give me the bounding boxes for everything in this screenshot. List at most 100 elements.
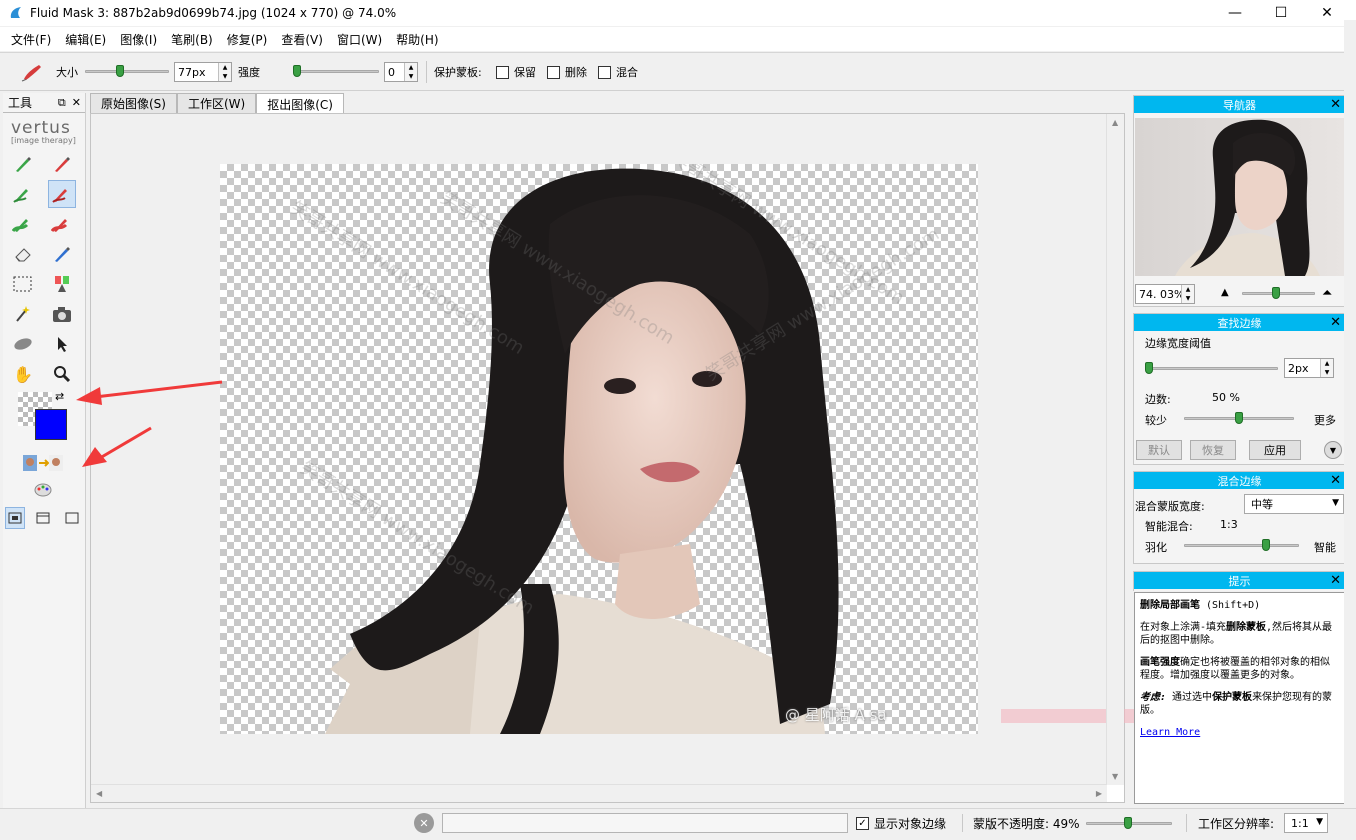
close-icon[interactable]: ✕ (1330, 96, 1341, 113)
keep-fill-brush-icon[interactable] (9, 210, 37, 238)
view-mode-2-icon[interactable] (33, 507, 53, 529)
keep-exact-brush-icon[interactable] (9, 180, 37, 208)
restore-button[interactable]: 恢复 (1190, 440, 1236, 460)
close-icon[interactable]: ✕ (1330, 572, 1341, 589)
delete-checkbox-box[interactable] (547, 65, 560, 79)
navigator-thumbnail[interactable] (1135, 118, 1345, 276)
canvas-area[interactable]: 笑哥共享网 www.xiaogegh.com 笑哥共享网 www.xiaogeg… (90, 113, 1151, 803)
close-panel-icon[interactable]: ✕ (72, 96, 81, 110)
close-icon[interactable]: ✕ (1330, 472, 1341, 489)
close-icon[interactable]: ✕ (1330, 314, 1341, 331)
extracted-image[interactable]: 笑哥共享网 www.xiaogegh.com 笑哥共享网 www.xiaogeg… (220, 164, 978, 734)
delete-label: 删除 (565, 66, 587, 79)
show-edges-checkbox[interactable]: ✓ 显示对象边缘 (856, 809, 946, 837)
pointer-icon[interactable] (48, 330, 76, 358)
image-tabs: 原始图像(S) 工作区(W) 抠出图像(C) (90, 93, 344, 114)
float-panel-icon[interactable]: ⧉ (58, 96, 66, 110)
logo-text: vertus (11, 118, 71, 138)
keep-checkbox-box[interactable] (496, 65, 509, 79)
blend-brush-icon[interactable] (48, 240, 76, 268)
patch-tool-icon[interactable] (48, 270, 76, 298)
smart-blend-thumb[interactable] (1262, 539, 1270, 551)
navigator-zoom-input[interactable]: 74. 03% ▲ ▼ (1135, 284, 1195, 304)
strength-slider-track[interactable] (293, 70, 379, 73)
edge-threshold-input[interactable]: 2px ▲ ▼ (1284, 358, 1334, 378)
delete-local-brush-icon[interactable] (48, 150, 76, 178)
delete-checkbox[interactable]: 删除 (547, 64, 587, 80)
default-button[interactable]: 默认 (1136, 440, 1182, 460)
blend-mask-width-select[interactable]: 中等 ▼ (1244, 494, 1344, 514)
menu-repair[interactable]: 修复(P) (220, 31, 275, 48)
size-slider-thumb[interactable] (116, 65, 124, 77)
minimize-button[interactable]: — (1212, 0, 1258, 26)
smudge-tool-icon[interactable] (9, 330, 37, 358)
scroll-left-icon[interactable]: ◀ (96, 789, 102, 798)
swap-colors-icon[interactable]: ⇄ (55, 390, 64, 403)
strength-input[interactable]: 0 ▲ ▼ (384, 62, 418, 82)
learn-more-link[interactable]: Learn More (1140, 727, 1200, 738)
zoom-out-icon[interactable]: ▲ (1221, 287, 1229, 298)
menu-brush[interactable]: 笔刷(B) (164, 31, 220, 48)
vertical-scrollbar[interactable]: ▲ ▼ (1106, 114, 1124, 785)
menu-image[interactable]: 图像(I) (113, 31, 164, 48)
blend-mask-width-value: 中等 (1251, 498, 1273, 511)
menu-help[interactable]: 帮助(H) (389, 31, 445, 48)
hint-heading: 删除局部画笔 (1140, 600, 1200, 611)
horizontal-scrollbar[interactable]: ◀ ▶ (91, 784, 1107, 802)
blend-checkbox[interactable]: 混合 (598, 64, 638, 80)
edge-count-thumb[interactable] (1235, 412, 1243, 424)
size-input[interactable]: 77px ▲ ▼ (174, 62, 232, 82)
canvas-viewport[interactable]: 笑哥共享网 www.xiaogegh.com 笑哥共享网 www.xiaogeg… (91, 114, 1151, 785)
eraser-icon[interactable] (9, 240, 37, 268)
strength-slider-thumb[interactable] (293, 65, 301, 77)
navigator-zoom-thumb[interactable] (1272, 287, 1280, 299)
view-mode-1-icon[interactable] (5, 507, 25, 529)
strength-spin-arrows[interactable]: ▲ ▼ (404, 63, 417, 81)
window-title: Fluid Mask 3: 887b2ab9d0699b74.jpg (1024… (30, 6, 397, 20)
camera-icon[interactable] (48, 300, 76, 328)
maximize-button[interactable]: ☐ (1258, 0, 1304, 26)
annotation-arrow-icon (82, 426, 152, 467)
keep-checkbox[interactable]: 保留 (496, 64, 536, 80)
edge-threshold-thumb[interactable] (1145, 362, 1153, 374)
tab-extracted[interactable]: 抠出图像(C) (256, 93, 344, 114)
scroll-right-icon[interactable]: ▶ (1096, 789, 1102, 798)
rect-select-icon[interactable] (9, 270, 37, 298)
menu-file[interactable]: 文件(F) (4, 31, 58, 48)
stop-icon[interactable]: ✕ (414, 813, 434, 833)
expand-chevron-icon[interactable]: ▼ (1324, 441, 1342, 459)
mask-opacity-label: 蒙版不透明度: 49% (973, 816, 1080, 831)
menu-view[interactable]: 查看(V) (274, 31, 330, 48)
size-spin-arrows[interactable]: ▲ ▼ (218, 63, 231, 81)
keep-local-brush-icon[interactable] (9, 150, 37, 178)
scroll-down-icon[interactable]: ▼ (1112, 772, 1118, 781)
threshold-spin-arrows[interactable]: ▲ ▼ (1320, 359, 1333, 377)
edge-threshold-slider[interactable] (1145, 367, 1278, 370)
tab-original[interactable]: 原始图像(S) (90, 93, 177, 113)
menu-window[interactable]: 窗口(W) (330, 31, 389, 48)
size-slider-track[interactable] (85, 70, 169, 73)
zoom-spin-arrows[interactable]: ▲ ▼ (1181, 285, 1194, 303)
apply-button[interactable]: 应用 (1249, 440, 1301, 460)
workspace-res-select[interactable]: 1:1 ▼ (1284, 813, 1328, 833)
delete-exact-brush-icon[interactable] (48, 180, 76, 208)
scroll-up-icon[interactable]: ▲ (1112, 118, 1118, 127)
menu-edit[interactable]: 编辑(E) (58, 31, 113, 48)
tab-workspace[interactable]: 工作区(W) (176, 93, 257, 113)
smart-blend-slider[interactable] (1184, 544, 1299, 547)
blend-edge-panel: 混合边缘 ✕ 混合蒙版宽度: 中等 ▼ 智能混合: 1:3 羽化 智能 (1133, 471, 1346, 564)
delete-fill-brush-icon[interactable] (48, 210, 76, 238)
strength-value: 0 (388, 65, 395, 79)
magic-wand-icon[interactable] (9, 300, 37, 328)
compare-images-icon[interactable] (21, 449, 65, 477)
background-swatch[interactable] (35, 409, 67, 440)
hints-panel: 提示 ✕ (1133, 571, 1346, 591)
blend-checkbox-box[interactable] (598, 65, 611, 79)
hand-pan-icon[interactable]: ✋ (9, 360, 37, 388)
view-mode-3-icon[interactable] (62, 507, 82, 529)
mask-opacity-thumb[interactable] (1124, 817, 1132, 829)
palette-icon[interactable] (29, 476, 57, 504)
edge-count-value: 50 % (1212, 391, 1240, 404)
show-edges-checkbox-box[interactable]: ✓ (856, 816, 869, 830)
zoom-in-icon[interactable]: ⏶ (1322, 286, 1332, 301)
